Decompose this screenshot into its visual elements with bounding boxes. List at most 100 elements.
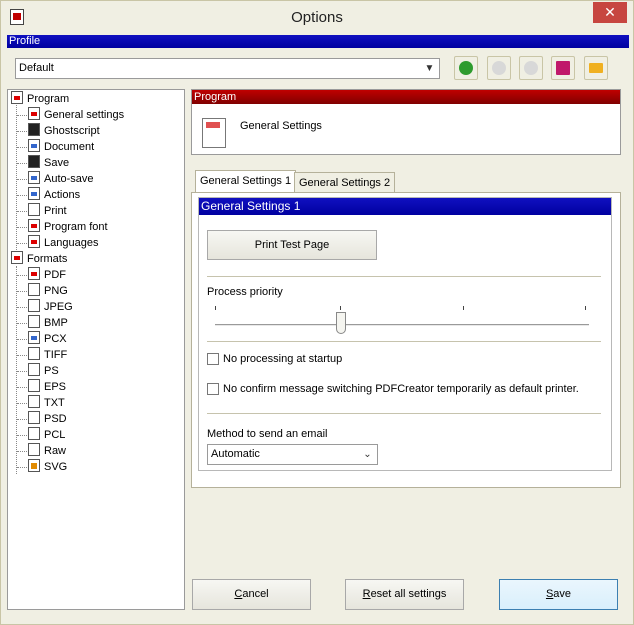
pdf-document-icon <box>202 118 226 148</box>
tree-item-svg[interactable]: SVG <box>28 459 67 475</box>
save-button[interactable]: Save <box>499 579 618 610</box>
pcl-icon <box>28 427 40 440</box>
tree-item-print[interactable]: Print <box>28 203 67 219</box>
tiff-icon <box>28 347 40 360</box>
tree-item-pcl[interactable]: PCL <box>28 427 65 443</box>
pdf-icon <box>28 267 40 280</box>
no-processing-checkbox[interactable] <box>207 353 219 365</box>
tree-item-raw[interactable]: Raw <box>28 443 66 459</box>
tree-node-program[interactable]: Program <box>11 91 69 107</box>
tree-item-eps[interactable]: EPS <box>28 379 66 395</box>
tab-general-settings-1[interactable]: General Settings 1 <box>195 170 297 193</box>
program-font-icon <box>28 219 40 232</box>
save-icon <box>28 155 40 168</box>
save-profile-button[interactable] <box>551 56 575 80</box>
email-method-select[interactable]: Automatic ⌄ <box>207 444 378 465</box>
divider <box>207 341 601 342</box>
general-settings-icon <box>28 107 40 120</box>
txt-icon <box>28 395 40 408</box>
divider <box>207 413 601 414</box>
no-confirm-label: No confirm message switching PDFCreator … <box>223 383 579 395</box>
tree-item-png[interactable]: PNG <box>28 283 68 299</box>
jpeg-icon <box>28 299 40 312</box>
tree-item-document[interactable]: Document <box>28 139 94 155</box>
no-confirm-checkbox[interactable] <box>207 383 219 395</box>
close-button[interactable]: ✕ <box>593 2 627 23</box>
tree-node-label: Formats <box>27 253 68 265</box>
rename-profile-button[interactable] <box>487 56 511 80</box>
tree-item-pdf[interactable]: PDF <box>28 267 66 283</box>
auto-save-icon <box>28 171 40 184</box>
reset-label: eset all settings <box>370 588 447 600</box>
profile-select[interactable]: Default ▼ <box>15 58 440 79</box>
tree-node-formats[interactable]: Formats <box>11 251 67 267</box>
svg-icon <box>28 459 40 472</box>
reset-all-settings-button[interactable]: Reset all settings <box>345 579 464 610</box>
rename-profile-icon <box>492 61 506 75</box>
tree-item-ps[interactable]: PS <box>28 363 59 379</box>
tree-item-tiff[interactable]: TIFF <box>28 347 67 363</box>
tree-item-label: Raw <box>44 445 67 457</box>
tree-item-label: Program font <box>44 221 108 233</box>
panel-title: General Settings <box>240 120 322 132</box>
slider-tick <box>463 306 464 310</box>
eps-icon <box>28 379 40 392</box>
email-method-label: Method to send an email <box>207 428 328 440</box>
tree-item-label: PCX <box>44 333 67 345</box>
tree-item-actions[interactable]: Actions <box>28 187 80 203</box>
process-priority-slider[interactable] <box>215 324 589 327</box>
tree-item-languages[interactable]: Languages <box>28 235 98 251</box>
settings-tree[interactable]: Program General settings Ghostscript Doc… <box>7 89 185 610</box>
tree-item-label: PNG <box>44 285 68 297</box>
tree-item-jpeg[interactable]: JPEG <box>28 299 73 315</box>
tree-item-txt[interactable]: TXT <box>28 395 65 411</box>
general-settings-1-group: General Settings 1 Print Test Page Proce… <box>198 197 612 471</box>
tree-item-label: PCL <box>44 429 66 441</box>
tree-item-label: PDF <box>44 269 66 281</box>
process-priority-label: Process priority <box>207 286 283 298</box>
chevron-down-icon: ⌄ <box>363 449 372 460</box>
program-panel: Program General Settings <box>191 89 621 155</box>
delete-profile-button[interactable] <box>519 56 543 80</box>
tree-item-pcx[interactable]: PCX <box>28 331 67 347</box>
open-profile-button[interactable] <box>584 56 608 80</box>
tree-node-label: Program <box>27 93 70 105</box>
slider-tick <box>215 306 216 310</box>
process-priority-slider-thumb[interactable] <box>336 312 346 334</box>
tree-item-label: Actions <box>44 189 81 201</box>
chevron-down-icon: ▼ <box>424 63 435 74</box>
email-method-value: Automatic <box>211 448 260 460</box>
tab-general-settings-2[interactable]: General Settings 2 <box>294 172 396 192</box>
divider <box>207 276 601 277</box>
tree-item-psd[interactable]: PSD <box>28 411 67 427</box>
tree-item-label: PSD <box>44 413 67 425</box>
tree-item-ghostscript[interactable]: Ghostscript <box>28 123 100 139</box>
no-processing-label: No processing at startup <box>223 353 343 365</box>
tree-item-bmp[interactable]: BMP <box>28 315 68 331</box>
tree-item-general-settings[interactable]: General settings <box>28 107 124 123</box>
languages-icon <box>28 235 40 248</box>
save-label: ave <box>553 588 572 600</box>
save-profile-icon <box>556 61 570 75</box>
psd-icon <box>28 411 40 424</box>
tree-item-auto-save[interactable]: Auto-save <box>28 171 94 187</box>
tree-item-label: Save <box>44 157 70 169</box>
cancel-button[interactable]: Cancel <box>192 579 311 610</box>
print-test-page-button[interactable]: Print Test Page <box>207 230 377 260</box>
ghostscript-icon <box>28 123 40 136</box>
window-title: Options <box>291 9 343 26</box>
tree-item-program-font[interactable]: Program font <box>28 219 108 235</box>
raw-icon <box>28 443 40 456</box>
add-profile-button[interactable] <box>454 56 478 80</box>
tree-item-save[interactable]: Save <box>28 155 69 171</box>
tree-item-label: Auto-save <box>44 173 94 185</box>
ps-icon <box>28 363 40 376</box>
formats-icon <box>11 251 23 264</box>
profile-header: Profile <box>7 35 629 48</box>
png-icon <box>28 283 40 296</box>
document-icon <box>28 139 40 152</box>
slider-tick <box>340 306 341 310</box>
tree-item-label: EPS <box>44 381 67 393</box>
tree-item-label: Document <box>44 141 95 153</box>
delete-profile-icon <box>524 61 538 75</box>
